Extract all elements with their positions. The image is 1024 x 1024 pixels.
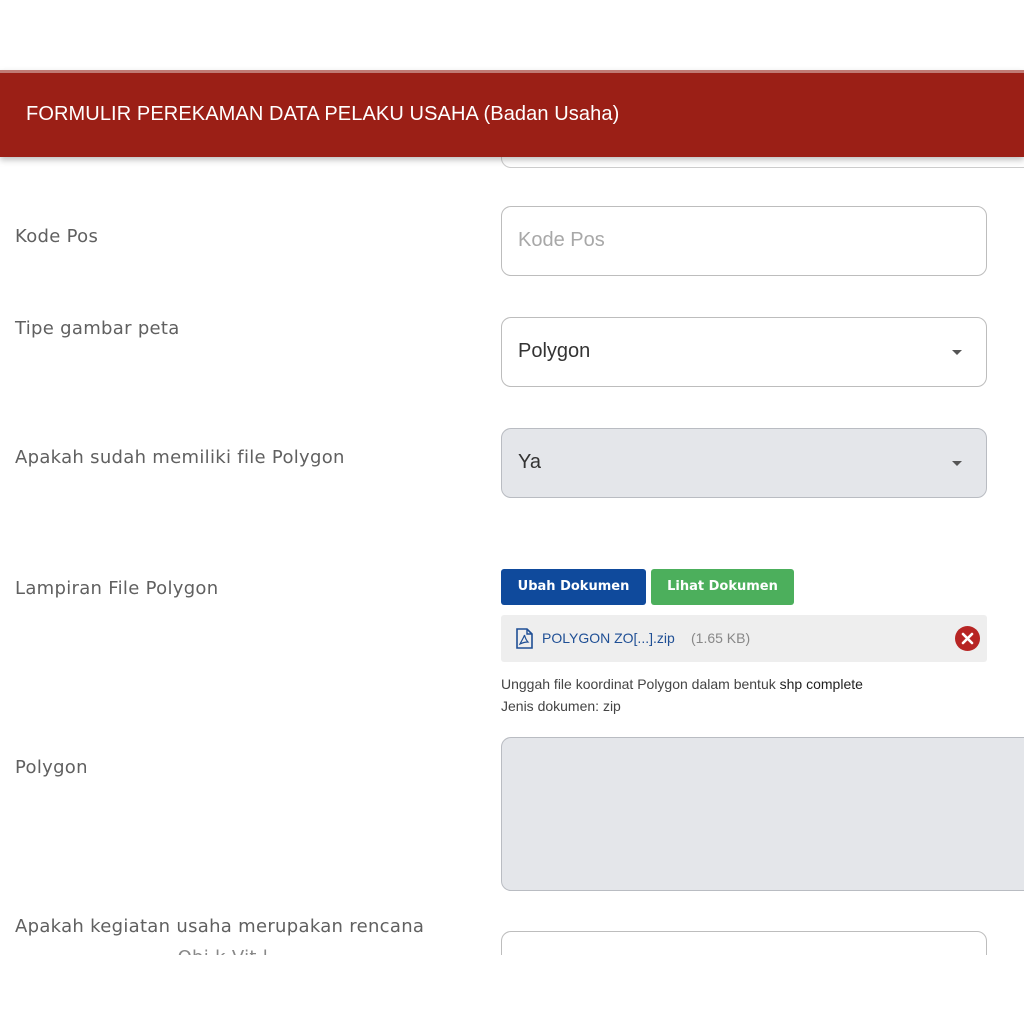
memiliki-file-polygon-label: Apakah sudah memiliki file Polygon xyxy=(15,447,345,468)
memiliki-file-polygon-select[interactable]: Ya xyxy=(501,428,987,498)
rencana-label-cut: ...........................Obj.k.Vit.l xyxy=(15,947,268,955)
document-type-hint: Jenis dokumen: zip xyxy=(501,698,621,714)
uploaded-file-link[interactable]: POLYGON ZO[...].zip xyxy=(542,630,675,646)
lampiran-file-polygon-label: Lampiran File Polygon xyxy=(15,578,219,599)
kode-pos-label: Kode Pos xyxy=(15,226,99,247)
chevron-down-icon xyxy=(952,461,962,466)
upload-hint: Unggah file koordinat Polygon dalam bent… xyxy=(501,676,863,692)
uploaded-file-row: POLYGON ZO[...].zip (1.65 KB) xyxy=(501,615,987,662)
memiliki-file-polygon-value: Ya xyxy=(518,451,541,473)
lihat-dokumen-button[interactable]: Lihat Dokumen xyxy=(651,569,794,605)
polygon-textarea[interactable] xyxy=(501,737,1024,891)
form-viewport: FORMULIR PEREKAMAN DATA PELAKU USAHA (Ba… xyxy=(0,0,1024,955)
close-circle-icon[interactable] xyxy=(955,626,980,651)
form-title: FORMULIR PEREKAMAN DATA PELAKU USAHA (Ba… xyxy=(26,103,620,125)
tipe-gambar-peta-select[interactable]: Polygon xyxy=(501,317,987,387)
tipe-gambar-peta-label: Tipe gambar peta xyxy=(15,318,180,339)
uploaded-file-size: (1.65 KB) xyxy=(691,630,751,646)
chevron-down-icon xyxy=(952,350,962,355)
pdf-file-icon xyxy=(515,628,533,653)
kode-pos-input[interactable]: Kode Pos xyxy=(501,206,987,276)
ubah-dokumen-button[interactable]: Ubah Dokumen xyxy=(501,569,646,605)
form-header: FORMULIR PEREKAMAN DATA PELAKU USAHA (Ba… xyxy=(0,70,1024,157)
upload-hint-text: Unggah file koordinat Polygon dalam bent… xyxy=(501,676,780,692)
rencana-select[interactable] xyxy=(501,931,987,955)
kode-pos-placeholder: Kode Pos xyxy=(518,229,605,251)
polygon-label: Polygon xyxy=(15,757,88,778)
rencana-label: Apakah kegiatan usaha merupakan rencana xyxy=(15,916,425,937)
upload-hint-emphasis: shp complete xyxy=(779,676,863,692)
tipe-gambar-peta-value: Polygon xyxy=(518,340,591,362)
